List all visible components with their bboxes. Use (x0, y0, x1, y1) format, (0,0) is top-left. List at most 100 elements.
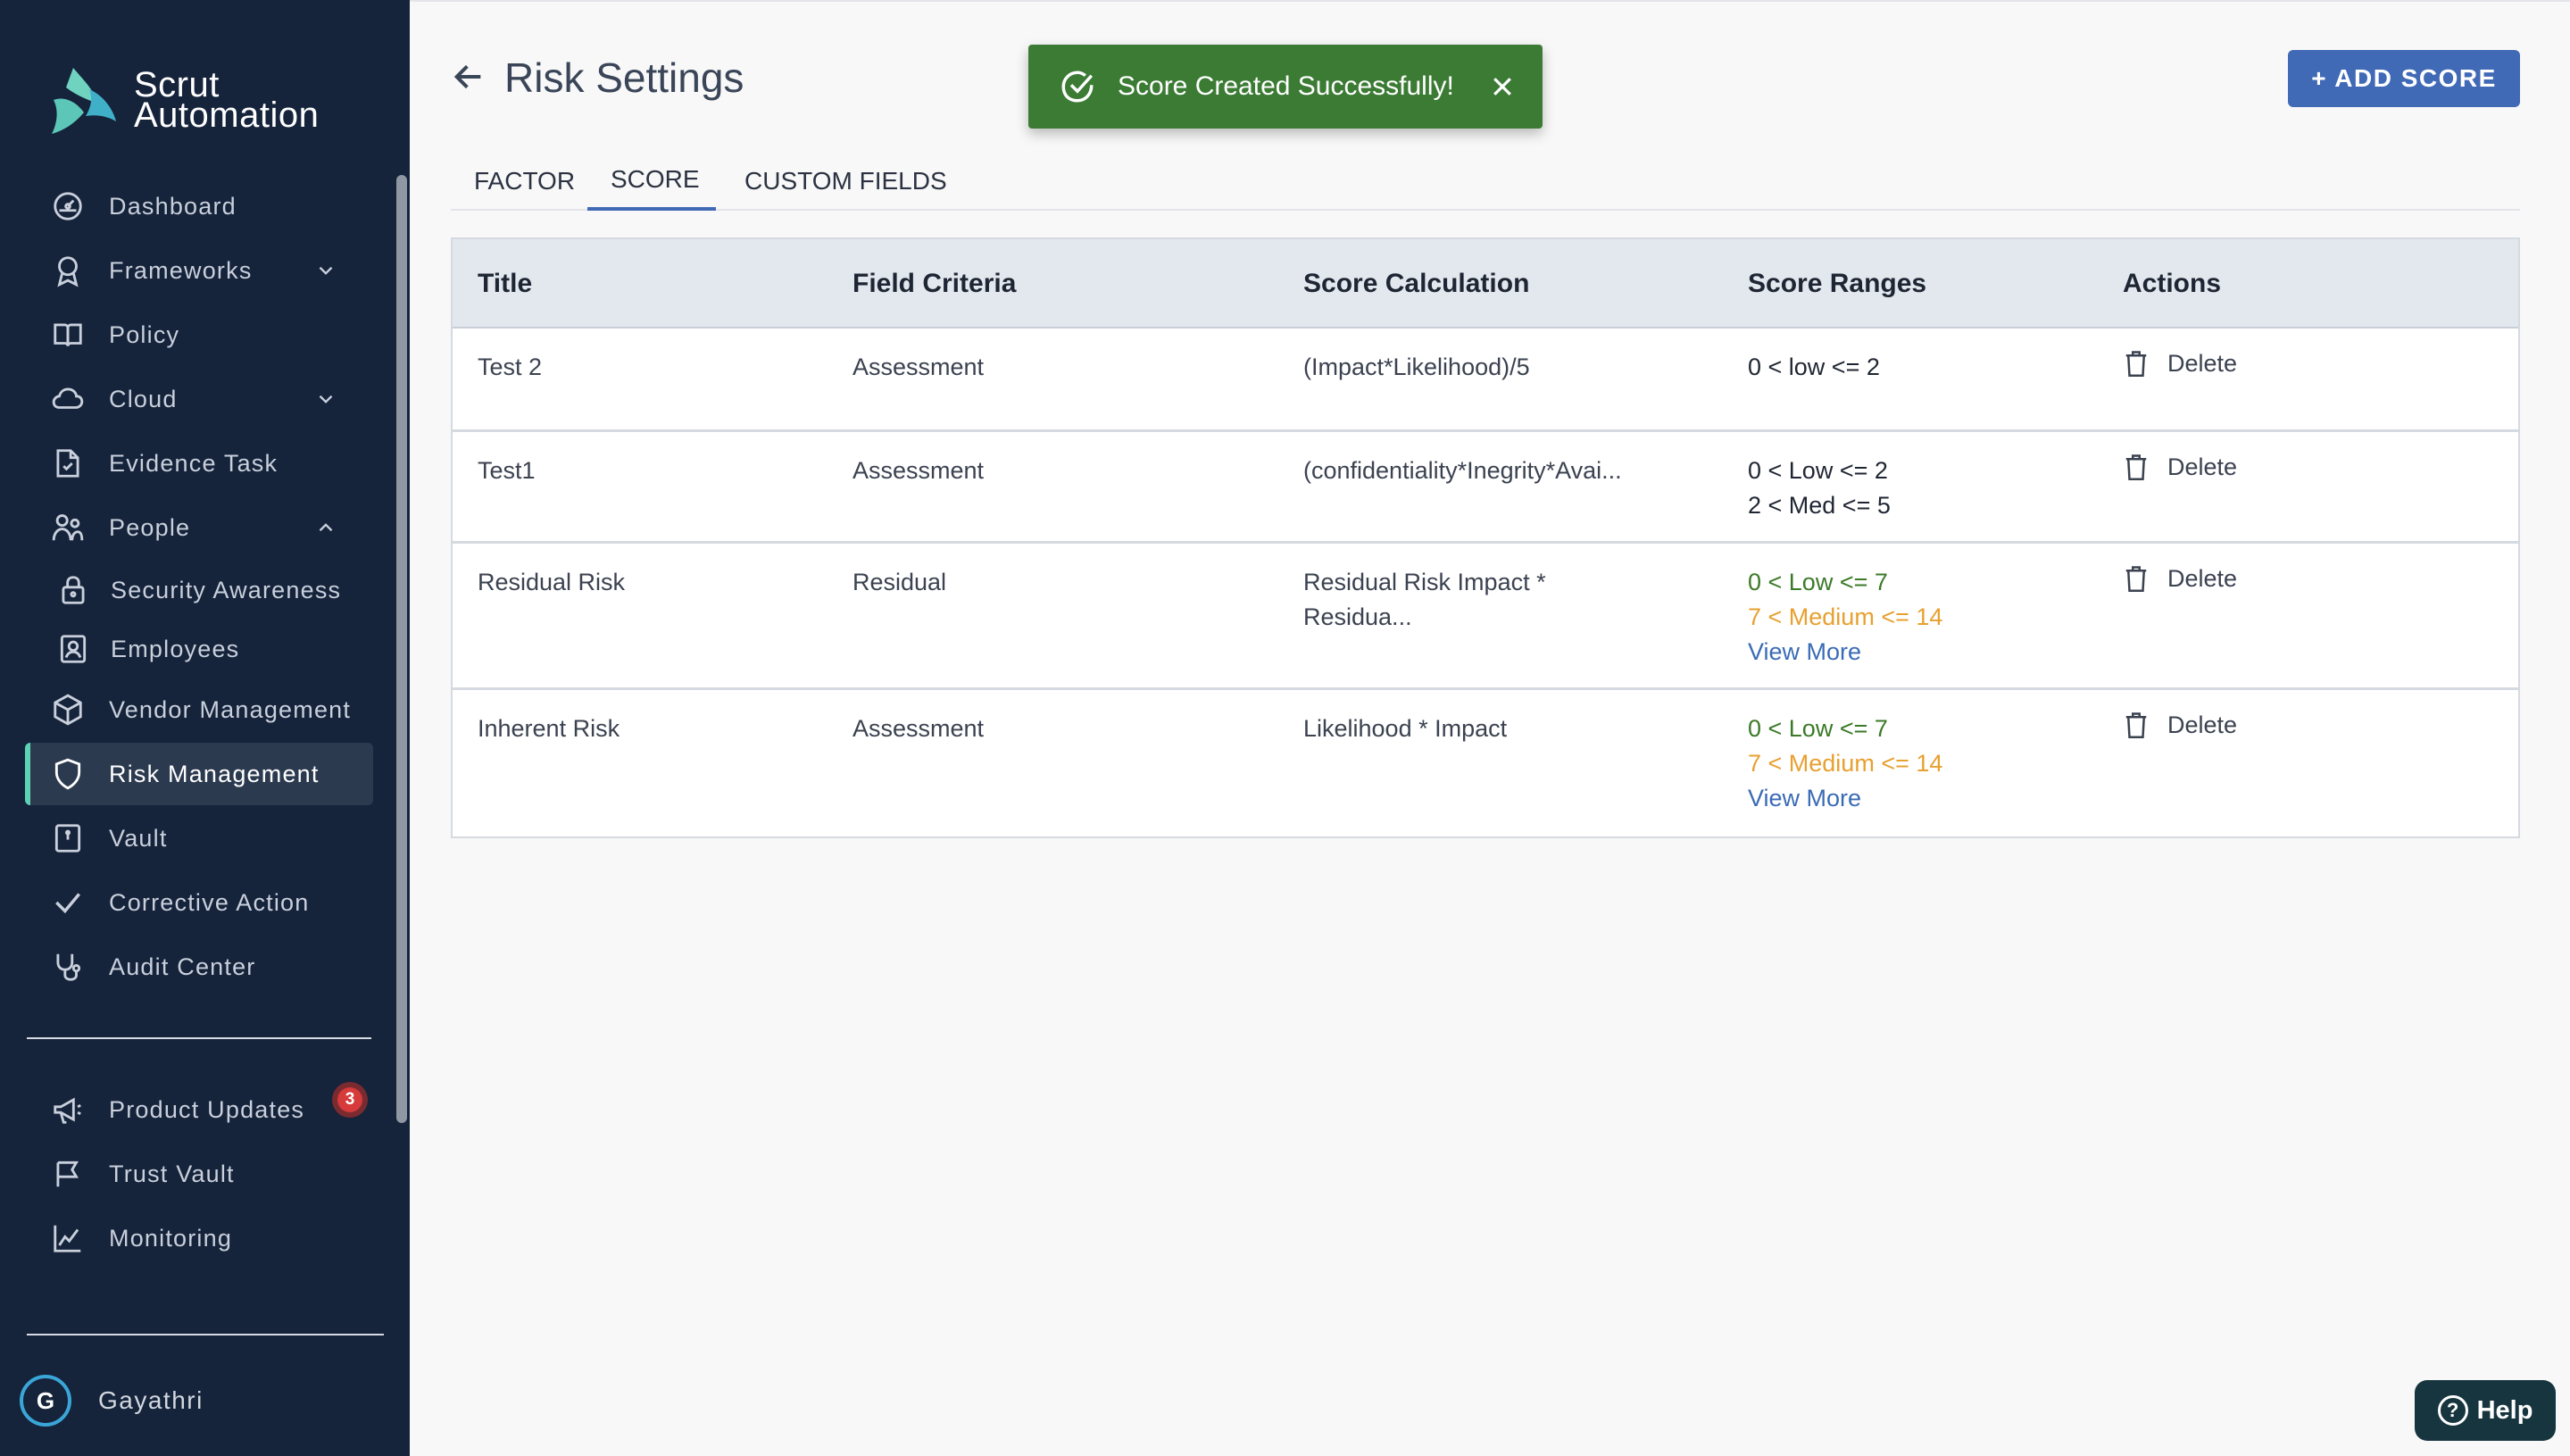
table-row: Inherent Risk Assessment Likelihood * Im… (453, 690, 2518, 836)
delete-button[interactable]: Delete (2123, 452, 2237, 482)
sidebar-item-vault[interactable]: Vault (25, 807, 373, 869)
range-medium: 7 < Medium <= 14 (1748, 603, 1943, 630)
delete-button[interactable]: Delete (2123, 563, 2237, 594)
delete-button[interactable]: Delete (2123, 710, 2237, 740)
vault-icon (50, 820, 86, 856)
book-icon (50, 317, 86, 353)
sidebar-item-trust-vault[interactable]: Trust Vault (25, 1143, 373, 1205)
delete-label: Delete (2167, 453, 2238, 480)
cloud-icon (50, 381, 86, 417)
award-icon (50, 253, 86, 288)
sidebar-item-audit-center[interactable]: Audit Center (25, 936, 373, 998)
user-name: Gayathri (98, 1386, 204, 1414)
brand-logo[interactable]: Scrut Automation (48, 64, 319, 136)
scrut-logo-icon (52, 68, 116, 134)
flag-icon (50, 1156, 86, 1192)
range-line: 0 < Low <= 2 (1748, 457, 1888, 484)
trash-icon (2125, 712, 2147, 738)
range-line: 0 < low <= 2 (1748, 354, 1880, 380)
add-score-button[interactable]: + ADD SCORE (2288, 50, 2520, 107)
column-header-score-ranges: Score Ranges (1748, 269, 1927, 298)
row-calculation: (confidentiality*Inegrity*Avai... (1303, 453, 1622, 488)
calculation-line: Residua... (1303, 603, 1412, 630)
brand-name: Scrut Automation (134, 67, 320, 135)
sidebar-item-label: Security Awareness (111, 576, 342, 603)
id-badge-icon (55, 631, 91, 667)
delete-label: Delete (2167, 711, 2238, 738)
sidebar-item-product-updates[interactable]: Product Updates (25, 1078, 373, 1141)
sidebar-item-security-awareness[interactable]: Security Awareness (25, 559, 373, 621)
sidebar-item-risk-management[interactable]: Risk Management (25, 743, 373, 805)
row-calculation: (Impact*Likelihood)/5 (1303, 350, 1530, 385)
tab-score[interactable]: SCORE (587, 152, 716, 211)
calculation-line: (confidentiality*Inegrity*Avai... (1303, 457, 1622, 484)
column-header-actions: Actions (2123, 269, 2222, 298)
sidebar-item-evidence-task[interactable]: Evidence Task (25, 432, 373, 495)
main-content: Risk Settings + ADD SCORE FACTOR SCORE C… (410, 0, 2570, 1456)
sidebar-item-dashboard[interactable]: Dashboard (25, 175, 373, 237)
score-table: Title Field Criteria Score Calculation S… (451, 237, 2520, 838)
delete-button[interactable]: Delete (2123, 348, 2237, 379)
sidebar-item-people[interactable]: People (25, 496, 373, 559)
row-calculation: Residual Risk Impact * Residua... (1303, 565, 1546, 635)
delete-label: Delete (2167, 564, 2238, 592)
sidebar-item-label: Product Updates (109, 1095, 305, 1123)
table-row: Test1 Assessment (confidentiality*Inegri… (453, 432, 2518, 544)
calculation-line: Residual Risk Impact * (1303, 569, 1546, 595)
row-criteria: Assessment (853, 715, 985, 742)
check-circle-icon (1061, 71, 1094, 103)
delete-label: Delete (2167, 349, 2238, 377)
sidebar-item-policy[interactable]: Policy (25, 304, 373, 366)
sidebar-item-frameworks[interactable]: Frameworks (25, 239, 373, 302)
file-check-icon (50, 445, 86, 481)
brand-line-2: Automation (134, 96, 320, 135)
lock-icon (55, 572, 91, 608)
sidebar-divider (27, 1037, 371, 1039)
sidebar-item-label: Audit Center (109, 953, 256, 980)
chevron-up-icon[interactable] (314, 516, 337, 539)
range-medium: 7 < Medium <= 14 (1748, 750, 1943, 777)
chevron-down-icon[interactable] (314, 259, 337, 282)
sidebar-item-corrective-action[interactable]: Corrective Action (25, 871, 373, 934)
table-row: Test 2 Assessment (Impact*Likelihood)/5 … (453, 329, 2518, 432)
back-arrow-icon[interactable] (451, 59, 487, 95)
row-ranges: 0 < low <= 2 (1748, 350, 1880, 385)
calculation-line: Likelihood * Impact (1303, 715, 1508, 742)
row-criteria: Assessment (853, 457, 985, 484)
view-more-link[interactable]: View More (1748, 635, 1942, 670)
sidebar-item-label: Vendor Management (109, 695, 352, 723)
row-title: Test1 (478, 457, 536, 484)
tab-custom-fields[interactable]: CUSTOM FIELDS (721, 152, 970, 211)
sidebar-item-vendor-management[interactable]: Vendor Management (25, 678, 373, 741)
close-icon[interactable] (1489, 73, 1516, 100)
success-toast: Score Created Successfully! (1028, 45, 1543, 129)
trash-icon (2125, 566, 2147, 592)
dashboard-icon (50, 188, 86, 224)
row-ranges: 0 < Low <= 7 7 < Medium <= 14 View More (1748, 711, 1942, 816)
sidebar-item-label: Evidence Task (109, 449, 279, 477)
notification-count: 3 (337, 1087, 362, 1112)
range-low: 0 < Low <= 7 (1748, 569, 1888, 595)
sidebar-item-label: Corrective Action (109, 888, 310, 916)
sidebar-item-employees[interactable]: Employees (25, 618, 373, 680)
sidebar-item-label: Trust Vault (109, 1160, 235, 1187)
sidebar-item-monitoring[interactable]: Monitoring (25, 1207, 373, 1269)
row-title: Inherent Risk (478, 715, 620, 742)
stethoscope-icon (50, 949, 86, 985)
view-more-link[interactable]: View More (1748, 781, 1942, 816)
trash-icon (2125, 351, 2147, 377)
sidebar-scrollbar[interactable] (396, 175, 407, 1123)
shield-icon (50, 756, 86, 792)
user-profile[interactable]: G Gayathri (20, 1375, 204, 1427)
tab-factor[interactable]: FACTOR (451, 152, 598, 211)
range-line: 2 < Med <= 5 (1748, 492, 1891, 519)
chevron-down-icon[interactable] (314, 387, 337, 411)
row-title: Test 2 (478, 354, 543, 380)
sidebar-item-cloud[interactable]: Cloud (25, 368, 373, 430)
sidebar: Scrut Automation Dashboard Frameworks Po… (0, 0, 410, 1456)
box-icon (50, 692, 86, 728)
row-ranges: 0 < Low <= 2 2 < Med <= 5 (1748, 453, 1891, 523)
help-button[interactable]: ? Help (2415, 1380, 2556, 1441)
range-low: 0 < Low <= 7 (1748, 715, 1888, 742)
sidebar-item-label: Employees (111, 635, 240, 662)
